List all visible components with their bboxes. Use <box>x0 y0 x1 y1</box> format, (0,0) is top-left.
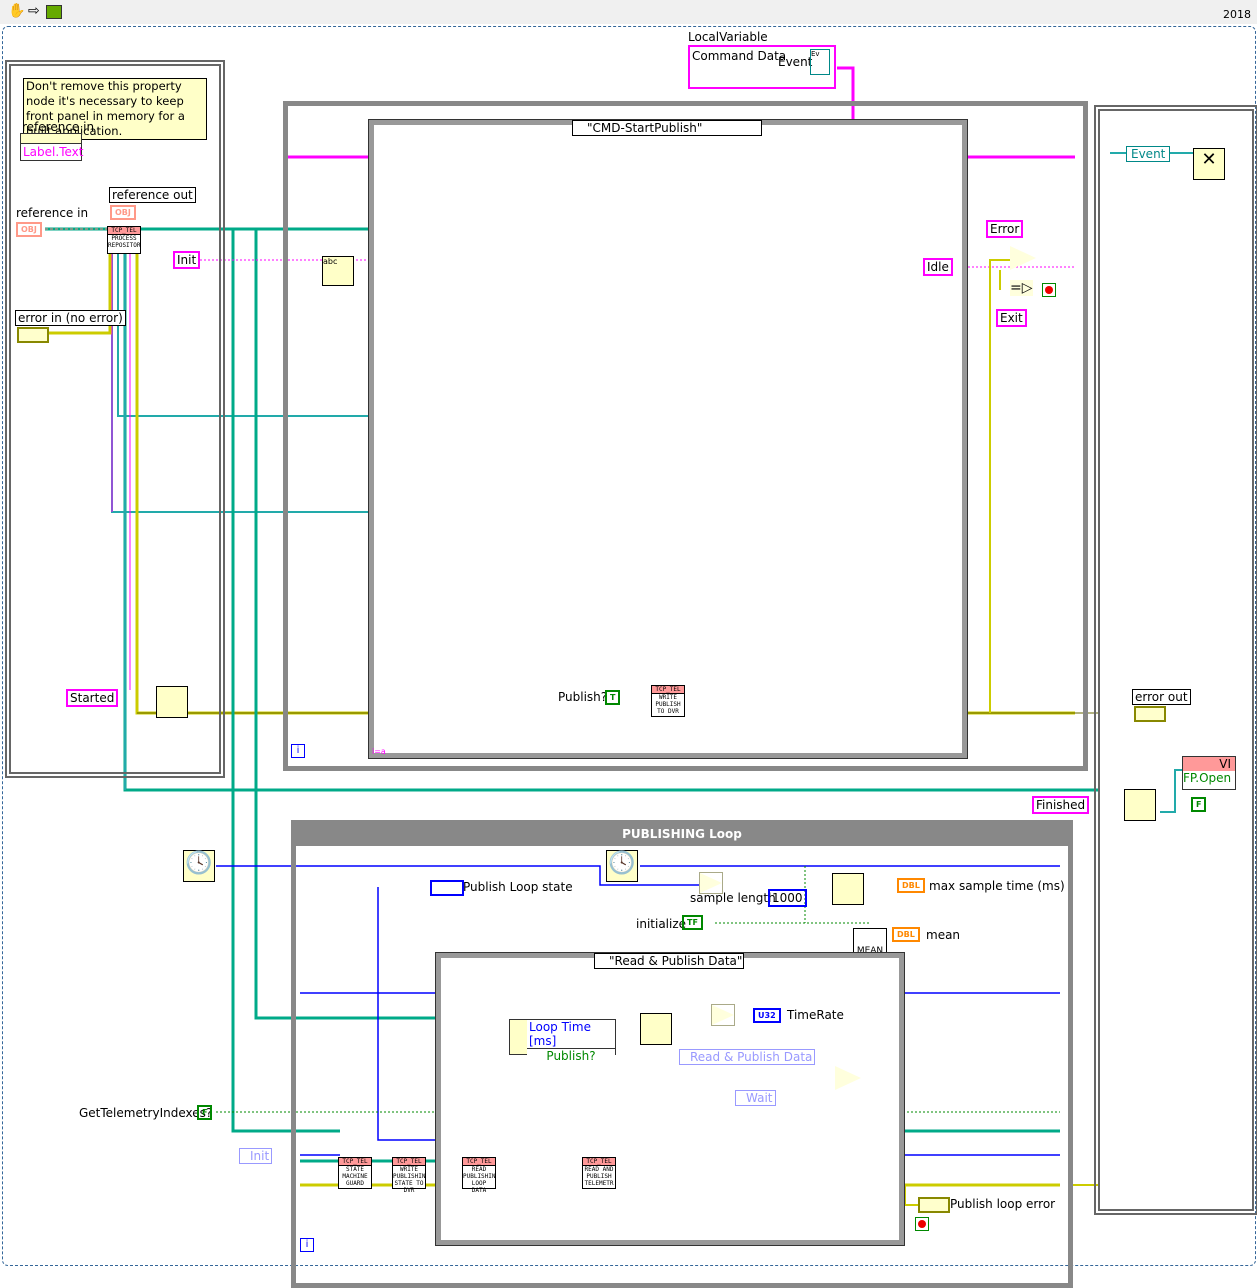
publish-loop-state-indicator[interactable] <box>430 880 464 896</box>
event-case-structure <box>368 119 968 759</box>
get-indexes-label: GetTelemetryIndexes? <box>79 1106 213 1120</box>
enqueue-icon[interactable] <box>156 686 188 718</box>
error-in-label: error in (no error) <box>15 310 126 326</box>
process-repository-subvi[interactable]: TCP_TEL PROCESS REPOSITOR <box>107 226 141 254</box>
mean-indicator[interactable]: DBL <box>892 927 920 942</box>
error-in-control[interactable] <box>17 327 49 343</box>
reference-out-indicator[interactable]: OBJ <box>110 205 136 220</box>
false-constant[interactable]: F <box>1191 797 1207 812</box>
property-node[interactable]: Label.Text <box>20 133 84 161</box>
tick-count-icon-outer: 🕓 <box>183 850 215 882</box>
publish-true-constant[interactable]: T <box>605 690 621 705</box>
error-constant[interactable]: Error <box>986 220 1024 238</box>
timerate-label: TimeRate <box>787 1008 844 1022</box>
started-constant[interactable]: Started <box>66 689 119 707</box>
reference-in-label: reference in <box>16 206 89 220</box>
publish-loop-error-indicator[interactable] <box>918 1197 950 1213</box>
max-icon <box>832 873 864 905</box>
read-publishing-loop-data-subvi[interactable]: TCP_TEL READ PUBLISHIN LOOP DATA <box>462 1157 496 1194</box>
case-selector-read-publish[interactable]: "Read & Publish Data" <box>594 953 744 969</box>
case-selector-cmd-startpublish[interactable]: "CMD-StartPublish" <box>572 120 762 136</box>
command-data-label: Command Data <box>692 49 787 63</box>
idle-constant[interactable]: Idle <box>923 258 953 276</box>
subtract-icon <box>699 872 723 894</box>
read-publish-enum[interactable]: Read & Publish Data <box>679 1049 816 1065</box>
timerate-indicator[interactable]: U32 <box>753 1008 781 1023</box>
get-indexes-constant[interactable]: F <box>197 1105 213 1120</box>
error-out-indicator[interactable] <box>1134 706 1166 722</box>
state-machine-guard-subvi[interactable]: TCP_TEL STATE MACHINE GUARD <box>338 1157 372 1189</box>
unbundle-by-name: Loop Time [ms] Publish? <box>509 1019 616 1063</box>
select-icon-2 <box>835 1066 861 1090</box>
finished-constant[interactable]: Finished <box>1032 796 1090 814</box>
local-variable-node[interactable]: Command Data Event Ev <box>688 45 836 89</box>
wait-enum[interactable]: Wait <box>735 1090 776 1106</box>
loop-time-field: Loop Time [ms] <box>527 1020 615 1049</box>
event-label: Event <box>778 55 813 69</box>
equal-icon: =▷ <box>1010 280 1033 296</box>
init-constant[interactable]: Init <box>173 251 201 269</box>
tick-count-icon: 🕓 <box>606 850 638 882</box>
publish-field: Publish? <box>527 1049 615 1063</box>
local-variable-label: LocalVariable <box>688 30 768 44</box>
write-publish-to-dvr-subvi[interactable]: TCP_TEL WRITE PUBLISH TO DVR <box>651 685 685 717</box>
publish-loop-state-label: Publish Loop state <box>463 880 573 894</box>
publishing-loop-title: PUBLISHING Loop <box>622 827 742 841</box>
iteration-terminal: i <box>291 744 305 758</box>
vi-property-node[interactable]: VI FP.Open <box>1182 756 1236 790</box>
sample-length-label: sample length <box>690 891 776 905</box>
initialize-label: initialize <box>636 917 687 931</box>
reference-out-label: reference out <box>109 187 196 203</box>
enqueue-finished-icon[interactable] <box>1124 789 1156 821</box>
label-text-property: Label.Text <box>23 145 84 159</box>
write-publishing-state-subvi[interactable]: TCP_TEL WRITE PUBLISHIN STATE TO DVR <box>392 1157 426 1194</box>
error-out-label: error out <box>1132 689 1191 705</box>
vi-ref: VI <box>1183 757 1235 771</box>
publish-loop-error-label: Publish loop error <box>950 1197 1056 1211</box>
event-icon: Ev <box>810 49 830 75</box>
fp-open-property: FP.Open <box>1183 771 1232 785</box>
sample-length-constant[interactable]: 1000 <box>768 889 807 907</box>
scan-from-string-icon: abc <box>322 256 354 286</box>
stop-terminal[interactable] <box>1042 283 1056 297</box>
property-ref-label: reference in <box>22 120 95 134</box>
subtract-icon-2 <box>711 1004 735 1026</box>
select-icon <box>1010 246 1036 270</box>
metronome-wait-icon <box>640 1013 672 1045</box>
init-sequence-frame <box>5 60 225 778</box>
read-publish-case-structure <box>435 952 905 1246</box>
publish-label: Publish? <box>558 690 608 704</box>
init-enum[interactable]: Init <box>239 1148 273 1164</box>
reference-in-control[interactable]: OBJ <box>16 222 42 237</box>
exit-constant[interactable]: Exit <box>996 309 1027 327</box>
initialize-constant[interactable]: TF <box>682 915 703 930</box>
case-index-label: i=a <box>372 747 386 756</box>
read-and-publish-telemetry-subvi[interactable]: TCP_TEL READ AND PUBLISH TELEMETR <box>582 1157 616 1189</box>
destroy-user-event-icon: ✕ <box>1193 148 1225 180</box>
max-sample-indicator[interactable]: DBL <box>897 878 925 893</box>
event-unbundle: Event <box>1126 146 1171 162</box>
publish-stop-terminal[interactable] <box>915 1217 929 1231</box>
max-sample-label: max sample time (ms) <box>929 879 1065 893</box>
mean-label: mean <box>926 928 961 942</box>
publish-iteration-terminal: i <box>300 1238 314 1252</box>
final-sequence-frame <box>1094 105 1257 1215</box>
